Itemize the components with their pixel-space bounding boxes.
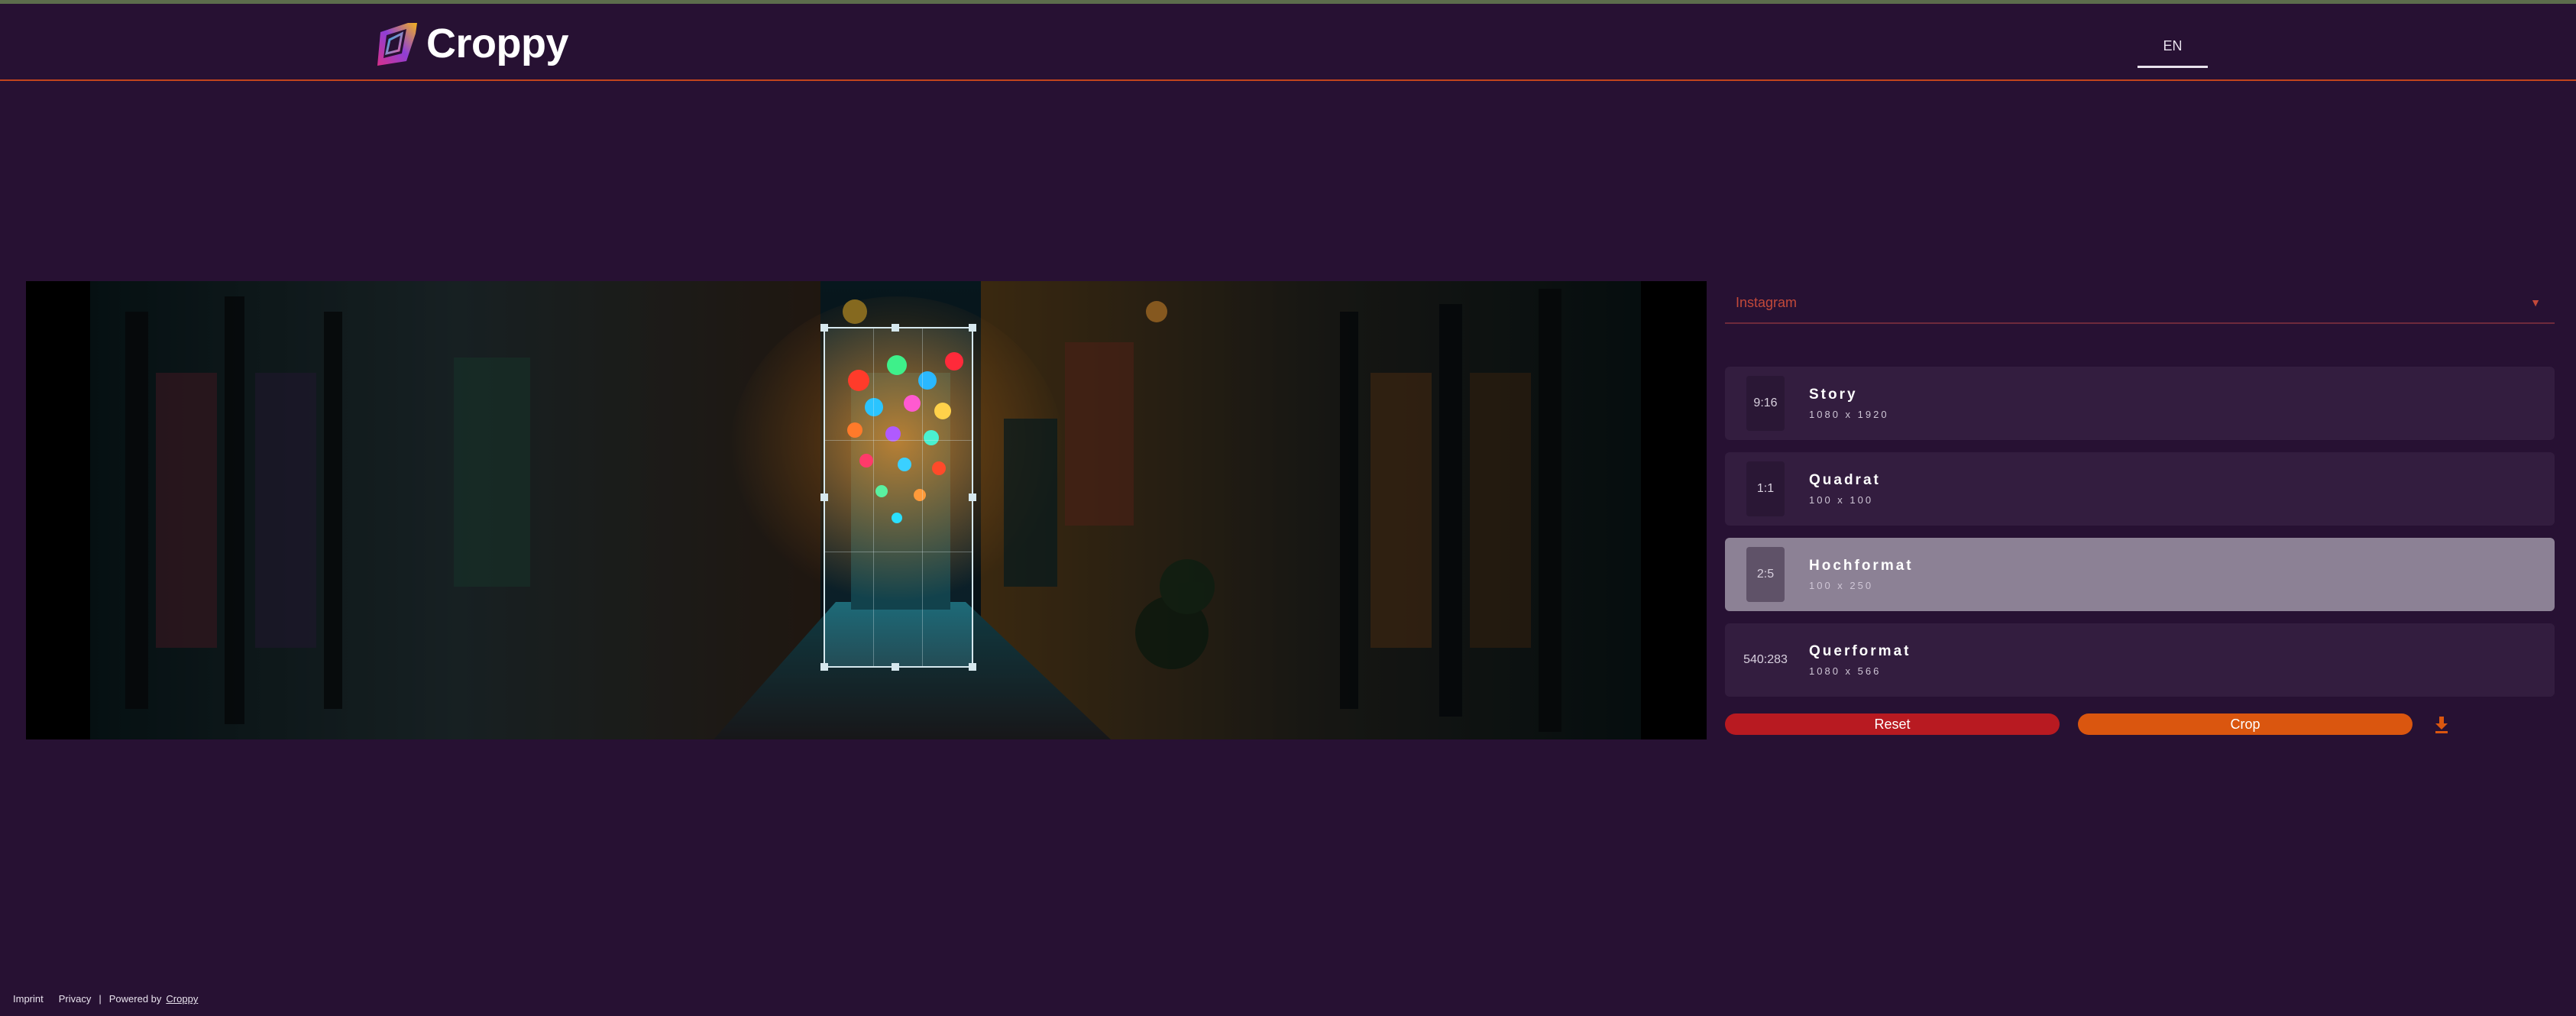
crop-guide-line [825,439,972,441]
privacy-link[interactable]: Privacy [59,993,92,1005]
format-name: Quadrat [1809,472,1881,488]
crop-handle-top[interactable] [892,324,899,332]
format-size: 100 x 250 [1809,580,1874,591]
page-footer: Imprint Privacy | Powered by Croppy [13,993,198,1005]
download-icon [2435,717,2448,733]
format-ratio: 9:16 [1746,376,1785,431]
crop-overlay-top [824,281,973,327]
crop-overlay-right [973,281,1707,739]
format-size: 1080 x 566 [1809,665,1882,677]
format-ratio: 1:1 [1746,461,1785,516]
language-tab[interactable]: EN [2137,33,2208,68]
crop-handle-right[interactable] [969,493,976,501]
imprint-link[interactable]: Imprint [13,993,44,1005]
format-option-hochformat[interactable]: 2:5 Hochformat 100 x 250 [1725,538,2555,611]
crop-handle-top-right[interactable] [969,324,976,332]
format-option-quadrat[interactable]: 1:1 Quadrat 100 x 100 [1725,452,2555,526]
crop-guide-line [873,328,875,666]
format-name: Hochformat [1809,558,1914,574]
crop-handle-bottom-left[interactable] [820,663,828,671]
platform-select[interactable]: Instagram ▼ [1725,281,2555,324]
footer-divider: | [99,993,102,1005]
crop-handle-top-left[interactable] [820,324,828,332]
crop-selection-box[interactable] [820,324,976,671]
download-button[interactable] [2431,712,2452,736]
crop-overlay-left [26,281,824,739]
format-size: 1080 x 1920 [1809,409,1889,420]
crop-overlay-bottom [824,668,973,739]
platform-select-value: Instagram [1736,295,1798,310]
croppy-link[interactable]: Croppy [166,993,198,1005]
chevron-down-icon: ▼ [2530,296,2541,309]
crop-handle-bottom[interactable] [892,663,899,671]
format-size: 100 x 100 [1809,494,1874,506]
format-name: Querformat [1809,643,1911,659]
brand-logo[interactable]: Croppy [371,16,569,71]
crop-handle-left[interactable] [820,493,828,501]
format-ratio: 2:5 [1746,547,1785,602]
powered-by-label: Powered by [108,993,162,1005]
format-ratio: 540:283 [1743,653,1788,666]
brand-name: Croppy [426,21,569,66]
reset-button[interactable]: Reset [1725,713,2060,735]
format-option-story[interactable]: 9:16 Story 1080 x 1920 [1725,367,2555,440]
crop-handle-bottom-right[interactable] [969,663,976,671]
crop-button[interactable]: Crop [2078,713,2413,735]
app-header: Croppy EN [0,4,2576,81]
croppy-logo-icon [377,23,417,66]
format-option-querformat[interactable]: 540:283 Querformat 1080 x 566 [1725,623,2555,697]
crop-guide-line [921,328,923,666]
image-editor-canvas[interactable] [26,281,1707,739]
format-name: Story [1809,387,1858,403]
